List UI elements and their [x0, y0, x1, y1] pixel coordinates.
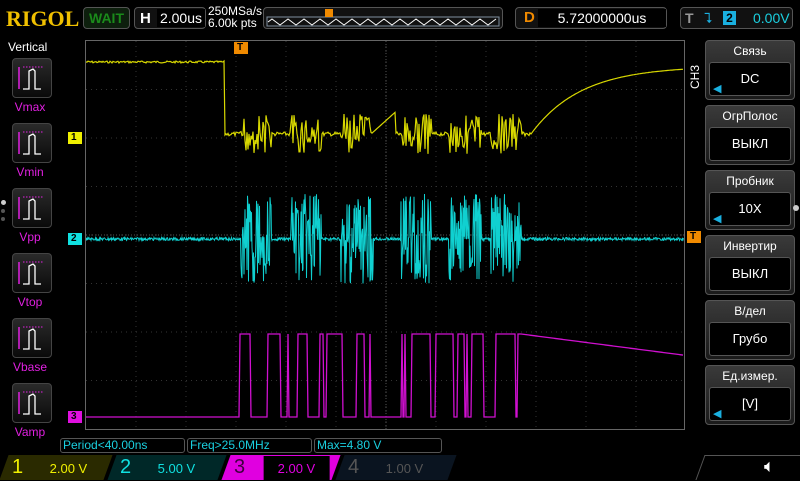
menu-page-dot[interactable] — [793, 205, 799, 211]
menu-value-text: ВЫКЛ — [731, 266, 769, 281]
channel-4-button[interactable]: 4 1.00 V — [335, 455, 457, 480]
t-label: T — [685, 10, 694, 26]
trigger-source: 2 — [723, 11, 736, 25]
measure-vpp-button[interactable] — [12, 188, 52, 228]
pulse-icon — [18, 391, 43, 415]
trigger-time-marker[interactable]: T — [234, 42, 248, 54]
trigger-level: 0.00V — [753, 10, 790, 26]
ch-scale: 2.00 V — [263, 456, 330, 481]
pulse-icon — [18, 261, 43, 285]
delay-display[interactable]: D 5.72000000us — [515, 7, 667, 29]
h-label: H — [140, 10, 151, 27]
menu-item-value[interactable]: Грубо — [709, 322, 791, 356]
menu-item[interactable]: Связь ◀ DC — [705, 40, 795, 100]
menu-value-text: DC — [740, 71, 760, 86]
ch2-marker[interactable]: 2 — [68, 233, 82, 245]
measurement-freq: Freq>25.0MHz — [187, 438, 312, 453]
measure-vbase-button[interactable] — [12, 318, 52, 358]
menu-item-title: В/дел — [734, 304, 766, 318]
rigol-logo: RIGOL — [6, 6, 80, 31]
menu-item-value[interactable]: ВЫКЛ — [709, 257, 791, 291]
trigger-position-marker — [325, 9, 333, 17]
menu-value-text: 10X — [738, 201, 762, 216]
pulse-icon — [18, 66, 43, 90]
menu-item[interactable]: Инвертир ВЫКЛ — [705, 235, 795, 295]
menu-item-value[interactable]: ◀ 10X — [709, 192, 791, 226]
trigger-level-marker[interactable]: T — [687, 231, 701, 243]
pulse-icon — [18, 131, 43, 155]
speaker-muted-icon[interactable]: 🔈︎ — [764, 456, 775, 477]
ch2-trace — [85, 193, 684, 284]
sidebar-title: Vertical — [8, 40, 48, 54]
ch-scale: 2.00 V — [49, 461, 88, 476]
d-label: D — [524, 9, 535, 26]
channel-3-button[interactable]: 3 2.00 V — [221, 455, 341, 481]
timeline-overview[interactable] — [263, 7, 503, 29]
measure-label: Vpp — [19, 230, 41, 244]
horizontal-timebase[interactable]: H 2.00us — [134, 7, 206, 29]
channel-2-button[interactable]: 2 5.00 V — [107, 455, 227, 480]
measure-vmax-button[interactable] — [12, 58, 52, 98]
option-arrow-icon: ◀ — [713, 83, 722, 95]
measurement-period: Period<40.00ns — [60, 438, 185, 453]
menu-item-value[interactable]: ◀ [V] — [709, 387, 791, 421]
timebase-value: 2.00us — [157, 9, 205, 27]
ch3-trace — [86, 333, 684, 418]
falling-edge-icon: ⮧ — [704, 10, 713, 26]
menu-value-text: [V] — [742, 396, 758, 411]
measurement-max: Max=4.80 V — [314, 438, 442, 453]
measure-vamp-button[interactable] — [12, 383, 52, 423]
vertical-measure-sidebar: Vertical Vmax Vmin Vpp Vtop Vbase Vamp — [0, 38, 60, 439]
menu-item[interactable]: ОгрПолос ВЫКЛ — [705, 105, 795, 165]
ch-num: 4 — [348, 456, 360, 478]
acquisition-info: 250MSa/s 6.00k pts — [208, 5, 262, 29]
run-status[interactable]: WAIT — [83, 7, 130, 29]
waveform-overview-icon — [266, 9, 500, 27]
page-dots[interactable] — [1, 200, 6, 221]
ch-scale: 1.00 V — [385, 461, 424, 476]
menu-channel-label: CH3 — [688, 65, 702, 90]
trigger-display[interactable]: T ⮧ 2 0.00V — [680, 7, 793, 29]
ch3-marker[interactable]: 3 — [68, 411, 82, 423]
ch1-trace — [85, 59, 683, 154]
menu-value-text: Грубо — [732, 331, 768, 346]
menu-item-title: Пробник — [726, 174, 774, 188]
ch-num: 2 — [120, 456, 132, 478]
ch-num: 3 — [234, 456, 246, 478]
memory-depth: 6.00k pts — [208, 16, 257, 30]
menu-item-title: ОгрПолос — [722, 109, 778, 123]
measure-vtop-button[interactable] — [12, 253, 52, 293]
pulse-icon — [18, 326, 43, 350]
waveform-grid[interactable] — [85, 40, 685, 430]
measure-label: Vmax — [14, 100, 46, 114]
menu-item[interactable]: В/дел Грубо — [705, 300, 795, 360]
sound-panel — [695, 455, 800, 480]
menu-value-text: ВЫКЛ — [731, 136, 769, 151]
waveform-display — [85, 41, 684, 429]
ch-num: 1 — [12, 456, 24, 478]
ch1-marker[interactable]: 1 — [68, 132, 82, 144]
menu-item[interactable]: Пробник ◀ 10X — [705, 170, 795, 230]
menu-item-title: Связь — [733, 44, 767, 58]
menu-item-value[interactable]: ◀ DC — [709, 62, 791, 96]
measure-label: Vamp — [14, 425, 46, 439]
measure-label: Vbase — [12, 360, 48, 374]
pulse-icon — [18, 196, 43, 220]
menu-item-title: Инвертир — [723, 239, 777, 253]
measure-label: Vmin — [16, 165, 44, 179]
menu-item-title: Ед.измер. — [722, 369, 778, 383]
option-arrow-icon: ◀ — [713, 408, 722, 420]
menu-item-value[interactable]: ВЫКЛ — [709, 127, 791, 161]
channel-1-button[interactable]: 1 2.00 V — [0, 455, 113, 480]
menu-item[interactable]: Ед.измер. ◀ [V] — [705, 365, 795, 425]
delay-value: 5.72000000us — [538, 9, 666, 27]
measure-label: Vtop — [17, 295, 43, 309]
measure-vmin-button[interactable] — [12, 123, 52, 163]
ch-scale: 5.00 V — [157, 461, 196, 476]
option-arrow-icon: ◀ — [713, 213, 722, 225]
